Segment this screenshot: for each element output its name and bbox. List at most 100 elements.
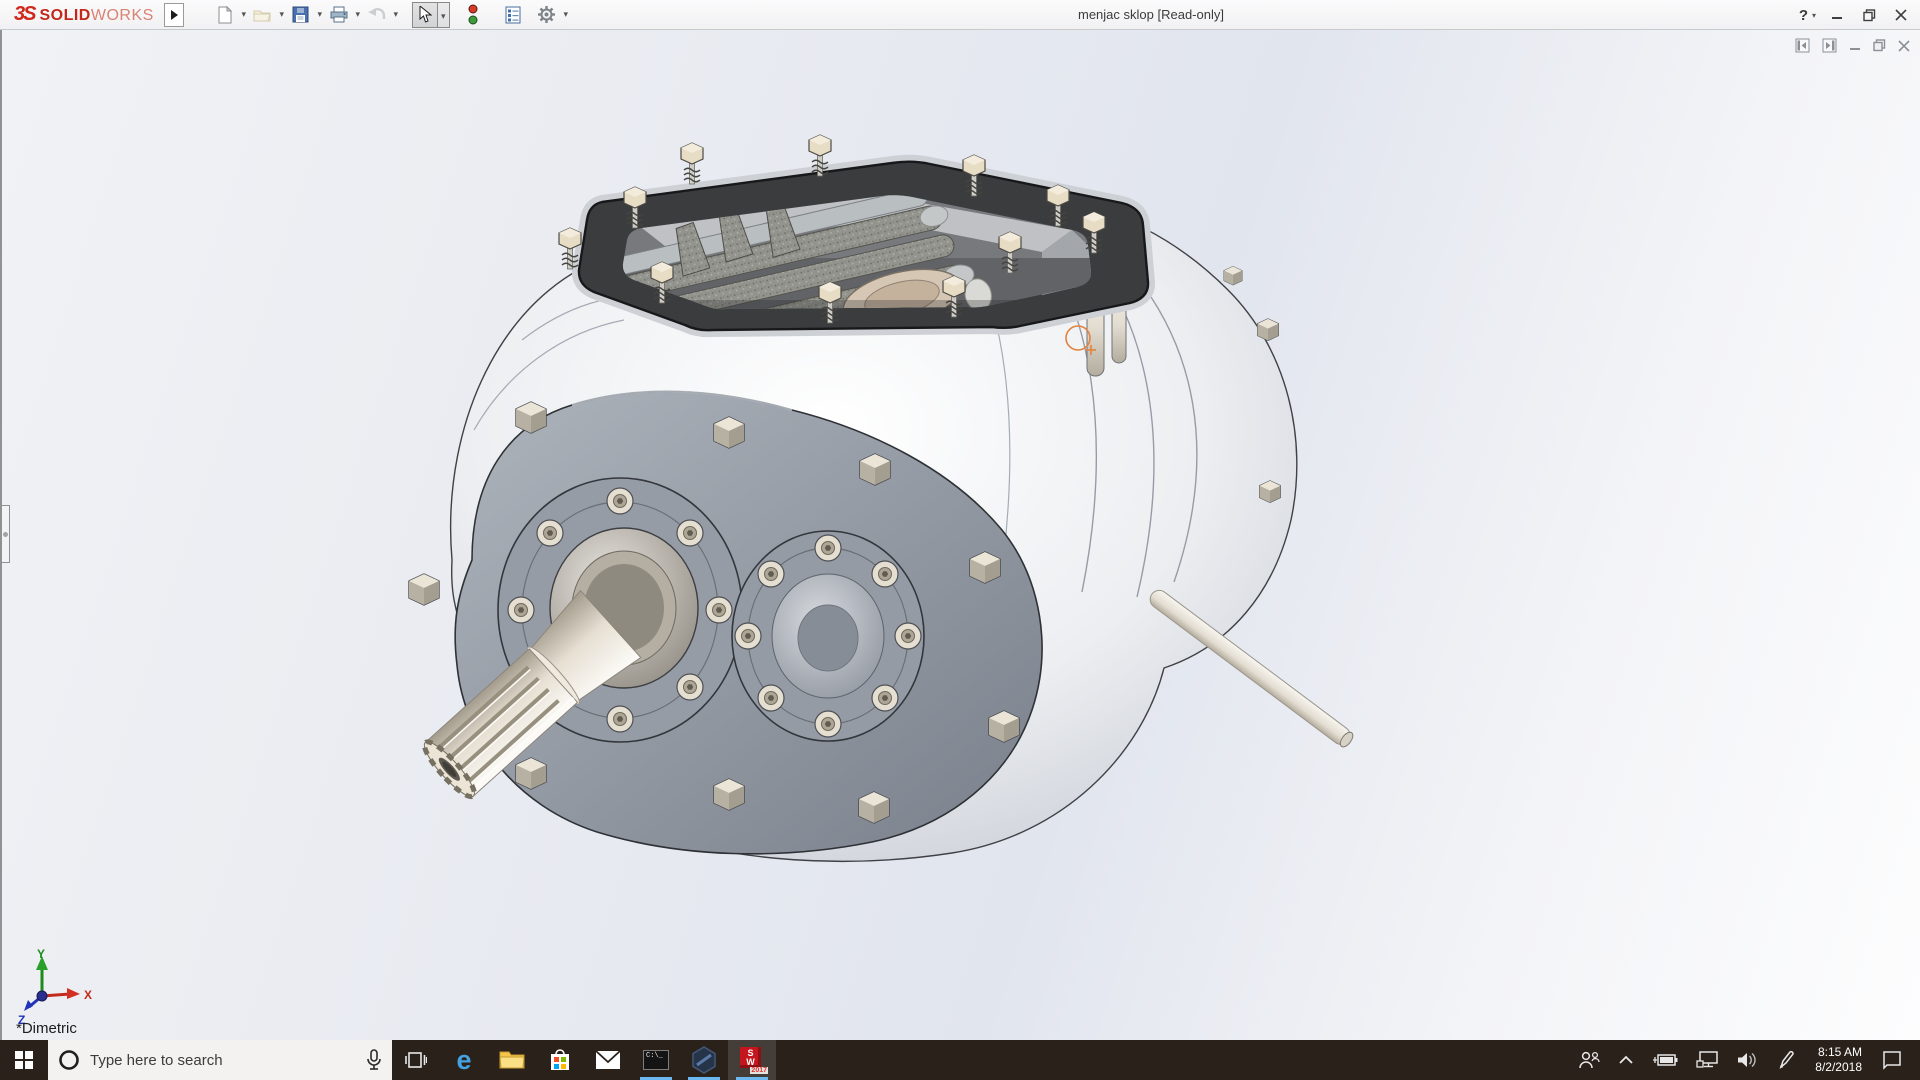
expand-right-pane-button[interactable] <box>1822 38 1837 58</box>
taskbar-search[interactable] <box>48 1040 392 1080</box>
new-document-caret[interactable]: ▾ <box>238 9 250 20</box>
start-button[interactable] <box>0 1040 48 1080</box>
clock-date: 8/2/2018 <box>1815 1060 1862 1075</box>
splitter-dot <box>3 532 8 537</box>
windows-logo-icon <box>15 1051 33 1069</box>
sw-icon-letter-w: W <box>746 1058 755 1067</box>
chevron-up-icon <box>1618 1055 1634 1065</box>
solidworks-2017-icon: S W 2017 <box>739 1047 765 1073</box>
pane-right-icon <box>1822 38 1837 53</box>
battery-icon <box>1652 1052 1678 1068</box>
housing-nut-icon <box>1260 481 1281 503</box>
minimize-button[interactable] <box>1826 4 1848 26</box>
select-tool-caret[interactable]: ▾ <box>438 2 450 28</box>
doc-minimize-icon <box>1849 40 1861 52</box>
triad-x-label: X <box>84 988 92 1002</box>
graphics-viewport[interactable]: Y X Z *Dimetric <box>0 30 1920 1040</box>
output-shaft <box>1147 587 1356 750</box>
taskbar-app-edrawings[interactable] <box>680 1040 728 1080</box>
taskbar-app-command-prompt[interactable]: C:\_ <box>632 1040 680 1080</box>
brand-solid: SOLID <box>39 7 90 25</box>
print-button[interactable] <box>326 2 352 28</box>
menu-flyout-button[interactable] <box>164 3 184 27</box>
gear-icon <box>537 5 556 24</box>
people-icon <box>1578 1050 1600 1070</box>
task-view-button[interactable] <box>392 1040 440 1080</box>
print-icon <box>330 6 348 23</box>
help-caret[interactable]: ▾ <box>1812 11 1816 20</box>
restore-icon <box>1863 9 1876 22</box>
mail-icon <box>595 1050 621 1070</box>
toolbar-group-select: ▾ <box>412 2 450 28</box>
taskbar-app-edge[interactable]: e <box>440 1040 488 1080</box>
close-icon <box>1895 9 1907 21</box>
action-center-icon <box>1881 1050 1903 1070</box>
open-document-button[interactable] <box>250 2 276 28</box>
minimize-icon <box>1831 9 1843 21</box>
window-controls: ? ▾ <box>1799 0 1912 30</box>
taskbar-clock[interactable]: 8:15 AM 8/2/2018 <box>1805 1045 1872 1075</box>
select-tool-button[interactable] <box>412 2 438 28</box>
people-button[interactable] <box>1569 1040 1609 1080</box>
speaker-icon <box>1736 1051 1758 1069</box>
design-report-button[interactable] <box>500 2 526 28</box>
file-explorer-icon <box>499 1049 525 1071</box>
housing-nut-icon <box>1224 266 1242 285</box>
help-button[interactable]: ? <box>1799 7 1808 24</box>
options-caret[interactable]: ▾ <box>560 9 572 20</box>
sw-icon-year: 2017 <box>750 1067 768 1074</box>
pane-left-icon <box>1795 38 1810 53</box>
doc-restore-button[interactable] <box>1873 39 1886 57</box>
brand-works: WORKS <box>91 7 154 25</box>
taskbar-app-file-explorer[interactable] <box>488 1040 536 1080</box>
report-list-icon <box>505 6 521 24</box>
options-button[interactable] <box>534 2 560 28</box>
solidworks-logo: 3S SOLID WORKS <box>0 3 164 26</box>
save-button[interactable] <box>288 2 314 28</box>
toolbar-group-tools: ▾ <box>460 2 572 28</box>
document-title: menjac sklop [Read-only] <box>1078 0 1224 30</box>
secondary-flange <box>732 531 924 741</box>
task-view-icon <box>405 1049 427 1071</box>
undo-button[interactable] <box>364 2 390 28</box>
system-tray: 8:15 AM 8/2/2018 <box>1569 1040 1920 1080</box>
save-caret[interactable]: ▾ <box>314 9 326 20</box>
search-input[interactable] <box>90 1052 356 1069</box>
restore-button[interactable] <box>1858 4 1880 26</box>
gearbox-3d-model[interactable] <box>2 0 1920 1080</box>
doc-minimize-button[interactable] <box>1849 39 1861 57</box>
new-document-icon <box>216 6 233 24</box>
select-cursor-icon <box>418 6 432 23</box>
cortana-icon <box>58 1049 80 1071</box>
print-caret[interactable]: ▾ <box>352 9 364 20</box>
microphone-icon[interactable] <box>366 1049 382 1071</box>
open-document-caret[interactable]: ▾ <box>276 9 288 20</box>
open-folder-icon <box>253 7 272 23</box>
panel-splitter-tab[interactable] <box>2 505 10 563</box>
hidden-icons-button[interactable] <box>1609 1040 1643 1080</box>
clock-time: 8:15 AM <box>1818 1045 1862 1060</box>
undo-icon <box>368 7 386 22</box>
battery-button[interactable] <box>1643 1040 1687 1080</box>
close-button[interactable] <box>1890 4 1912 26</box>
new-document-button[interactable] <box>212 2 238 28</box>
taskbar-app-mail[interactable] <box>584 1040 632 1080</box>
doc-close-button[interactable] <box>1898 39 1910 57</box>
view-orientation-label: *Dimetric <box>16 1020 77 1037</box>
triad-y-label: Y <box>37 948 45 961</box>
action-center-button[interactable] <box>1872 1040 1912 1080</box>
network-button[interactable] <box>1687 1040 1727 1080</box>
undo-caret[interactable]: ▾ <box>390 9 402 20</box>
command-prompt-icon: C:\_ <box>643 1050 669 1070</box>
edge-icon: e <box>456 1047 471 1074</box>
taskbar-app-store[interactable] <box>536 1040 584 1080</box>
taskbar-app-solidworks[interactable]: S W 2017 <box>728 1040 776 1080</box>
store-icon <box>548 1048 572 1072</box>
save-floppy-icon <box>292 6 309 23</box>
volume-button[interactable] <box>1727 1040 1767 1080</box>
windows-ink-button[interactable] <box>1767 1040 1805 1080</box>
collapse-left-pane-button[interactable] <box>1795 38 1810 58</box>
ethernet-network-icon <box>1696 1051 1718 1069</box>
flyout-arrow-icon <box>170 10 178 20</box>
safety-lights-button[interactable] <box>460 2 486 28</box>
